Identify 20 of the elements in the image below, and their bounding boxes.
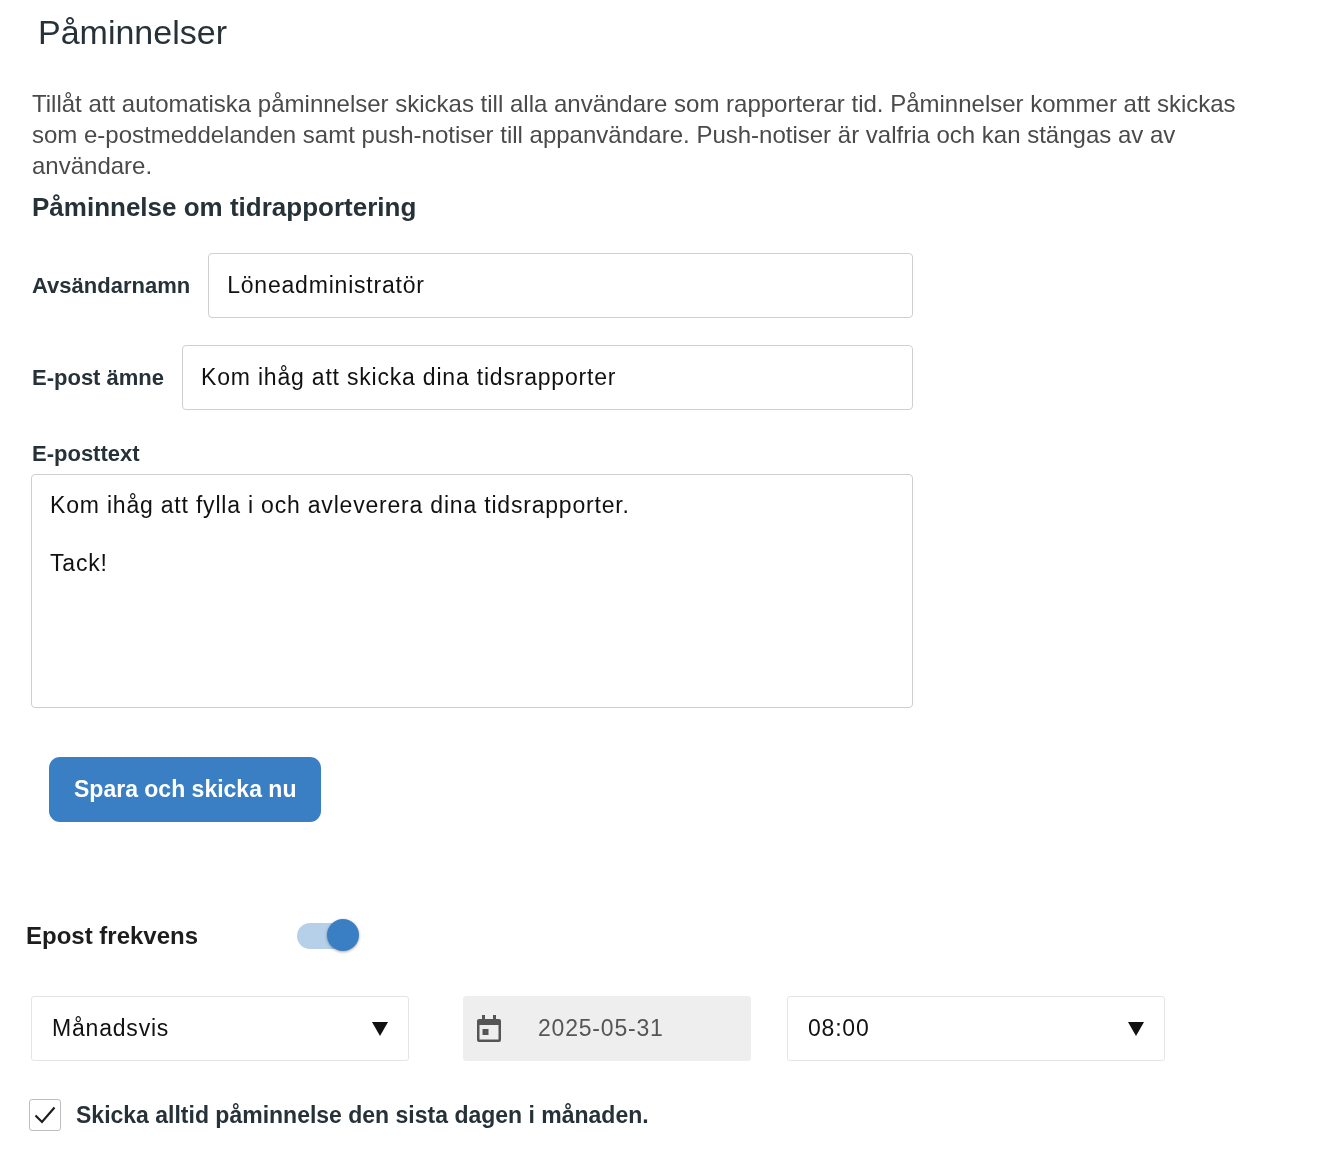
check-icon xyxy=(34,1106,56,1124)
field-label: E-post ämne xyxy=(32,363,165,392)
checkbox[interactable] xyxy=(29,1099,61,1131)
description-text: Tillåt att automatiska påminnelser skickas till alla användare som rapporterar tid. Påminnelser kommer att skickas som e-postmeddelanden samt push-notiser till appanvändare. Push-notiser är valfria och kan stängas av av användare. xyxy=(32,89,1237,181)
section-heading: Påminnelse om tidrapportering xyxy=(32,191,418,223)
calendar-icon xyxy=(476,1014,502,1043)
toggle-label: Epost frekvens xyxy=(26,922,200,950)
toggle-switch[interactable] xyxy=(297,919,361,953)
message-field[interactable]: Kom ihåg att fylla i och avleverera dina tidsrapporter. Tack! xyxy=(31,474,913,708)
field-label: E-posttext xyxy=(32,440,141,468)
checkbox-label: Skicka alltid påminnelse den sista dagen i månaden. xyxy=(76,1101,649,1129)
input-field[interactable]: Kom ihåg att skicka dina tidsrapporter xyxy=(182,345,913,410)
dropdown[interactable]: 08:00 xyxy=(787,996,1165,1061)
page-title: Påminnelser xyxy=(38,12,228,52)
caret-icon xyxy=(1128,1021,1144,1036)
field-label: Avsändarnamn xyxy=(32,271,191,300)
caret-icon xyxy=(372,1021,388,1036)
input-field[interactable]: Löneadministratör xyxy=(208,253,913,318)
save-button[interactable]: Spara och skicka nu xyxy=(49,757,322,822)
dropdown[interactable]: Månadsvis xyxy=(31,996,409,1061)
